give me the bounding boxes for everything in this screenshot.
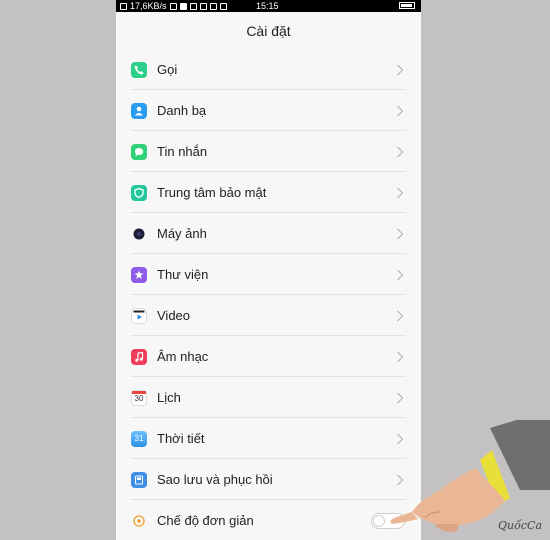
settings-item-label: Chế độ đơn giản: [157, 513, 254, 528]
settings-item-label: Sao lưu và phục hồi: [157, 472, 273, 487]
weather-icon-temp: 31: [134, 434, 144, 443]
settings-item-simple-mode: Chế độ đơn giản: [116, 500, 421, 540]
settings-item-contacts[interactable]: Danh bạ: [116, 90, 421, 131]
settings-item-label: Trung tâm bảo mật: [157, 185, 267, 200]
watermark: QuốcCa: [498, 519, 542, 532]
clock: 15:15: [256, 1, 279, 11]
chevron-right-icon: [397, 146, 404, 157]
battery-icon: [399, 2, 415, 9]
settings-item-video[interactable]: Video: [116, 295, 421, 336]
chevron-right-icon: [397, 187, 404, 198]
settings-item-label: Video: [157, 308, 191, 323]
phone-screen: 17,6KB/s 15:15 Cài đặt Gọi Danh bạ Tin n…: [116, 0, 421, 540]
phone-icon: [131, 61, 147, 78]
music-icon: [131, 348, 147, 365]
settings-list: Gọi Danh bạ Tin nhắn Trung tâm bảo mật M…: [116, 49, 421, 540]
gallery-icon: [131, 266, 147, 283]
settings-item-security-center[interactable]: Trung tâm bảo mật: [116, 172, 421, 213]
settings-item-label: Tin nhắn: [157, 144, 208, 159]
settings-item-label: Thư viện: [157, 267, 209, 282]
video-icon: [131, 307, 147, 324]
settings-item-calls[interactable]: Gọi: [116, 49, 421, 90]
chevron-right-icon: [397, 269, 404, 280]
sync-icon: [199, 2, 207, 10]
chevron-right-icon: [397, 392, 404, 403]
settings-item-messages[interactable]: Tin nhắn: [116, 131, 421, 172]
sim-icon: [179, 2, 187, 10]
notification-icon: [120, 2, 127, 10]
calendar-icon-date: 30: [134, 393, 144, 403]
chevron-right-icon: [397, 351, 404, 362]
settings-item-label: Máy ảnh: [157, 226, 207, 241]
settings-item-calendar[interactable]: 30 Lịch: [116, 377, 421, 418]
settings-item-weather[interactable]: 31 Thời tiết: [116, 418, 421, 459]
wifi-icon: [169, 2, 177, 10]
calendar-icon: 30: [131, 389, 147, 406]
status-bar: 17,6KB/s 15:15: [116, 0, 421, 12]
image-icon: [219, 2, 227, 10]
settings-item-music[interactable]: Âm nhạc: [116, 336, 421, 377]
drive-icon: [209, 2, 217, 10]
camera-icon: [131, 226, 147, 242]
messages-icon: [131, 143, 147, 160]
backup-icon: [131, 471, 147, 488]
settings-item-camera[interactable]: Máy ảnh: [116, 213, 421, 254]
settings-item-backup-restore[interactable]: Sao lưu và phục hồi: [116, 459, 421, 500]
chevron-right-icon: [397, 105, 404, 116]
simple-mode-icon: [131, 513, 147, 529]
chevron-right-icon: [397, 228, 404, 239]
shield-icon: [131, 184, 147, 201]
settings-item-label: Thời tiết: [157, 431, 205, 446]
contacts-icon: [131, 102, 147, 119]
settings-item-label: Âm nhạc: [157, 349, 209, 364]
settings-item-gallery[interactable]: Thư viện: [116, 254, 421, 295]
settings-item-label: Gọi: [157, 62, 178, 77]
chevron-right-icon: [397, 310, 404, 321]
settings-item-label: Lịch: [157, 390, 181, 405]
app-icon: [189, 2, 197, 10]
chevron-right-icon: [397, 64, 404, 75]
page-title: Cài đặt: [116, 12, 421, 49]
network-speed: 17,6KB/s: [130, 1, 167, 11]
settings-item-label: Danh bạ: [157, 103, 207, 118]
weather-icon: 31: [131, 430, 147, 447]
